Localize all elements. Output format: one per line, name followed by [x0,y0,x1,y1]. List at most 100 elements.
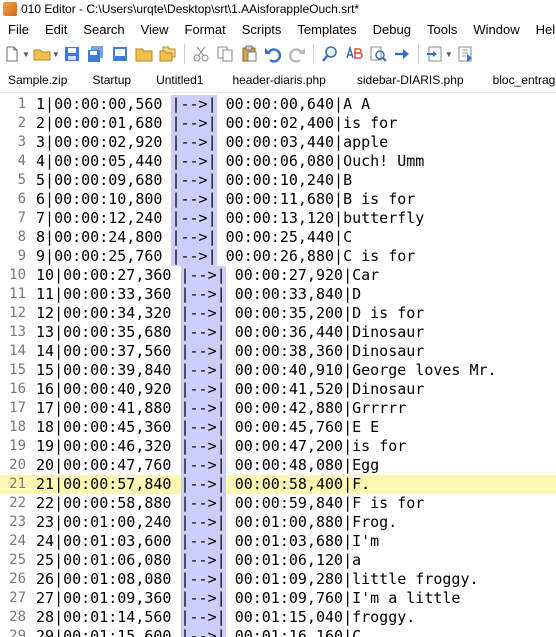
menu-tools[interactable]: Tools [419,22,465,37]
menu-search[interactable]: Search [75,22,132,37]
menu-edit[interactable]: Edit [37,22,75,37]
editor-line[interactable]: 22 22|00:00:58,880 |-->| 00:00:59,840|F i… [0,494,556,513]
editor-line[interactable]: 17 17|00:00:41,880 |-->| 00:00:42,880|Grr… [0,399,556,418]
subtitle-text: B [343,171,353,189]
find-in-files-button[interactable] [368,44,388,64]
paste-button[interactable] [239,44,259,64]
cut-button[interactable] [191,44,211,64]
editor-line[interactable]: 19 19|00:00:46,320 |-->| 00:00:47,200|is … [0,437,556,456]
tab-sidebar-diaris[interactable]: sidebar-DIARIS.php [337,73,475,87]
arrow-separator: |-->| [171,323,235,341]
editor-line[interactable]: 3 3|00:00:02,920 |-->| 00:00:03,440|apple [0,133,556,152]
subtitle-index: 20 [36,456,55,474]
line-number: 17 [9,400,26,416]
editor-line[interactable]: 8 8|00:00:24,800 |-->| 00:00:25,440|C [0,228,556,247]
arrow-separator: |-->| [171,418,235,436]
close-file-button[interactable] [110,44,130,64]
copy-button[interactable] [215,44,235,64]
line-number: 10 [9,267,26,283]
end-timestamp: 00:00:26,880 [225,247,335,265]
editor-line[interactable]: 4 4|00:00:05,440 |-->| 00:00:06,080|Ouch!… [0,152,556,171]
editor-line[interactable]: 12 12|00:00:34,320 |-->| 00:00:35,200|D i… [0,304,556,323]
save-all-button[interactable] [86,44,106,64]
menu-file[interactable]: File [0,22,37,37]
editor-line[interactable]: 21 21|00:00:57,840 |-->| 00:00:58,400|F. [0,475,556,494]
subtitle-text: Ouch! Umm [343,152,425,170]
editor-line[interactable]: 26 26|00:01:08,080 |-->| 00:01:09,280|lit… [0,570,556,589]
tab-startup[interactable]: Startup [78,73,142,87]
editor-line[interactable]: 28 28|00:01:14,560 |-->| 00:01:15,040|fro… [0,608,556,627]
run-script-button[interactable] [455,44,475,64]
start-timestamp: 00:01:03,600 [63,532,172,550]
arrow-separator: |-->| [171,513,235,531]
editor-line[interactable]: 11 11|00:00:33,360 |-->| 00:00:33,840|D [0,285,556,304]
editor-line[interactable]: 14 14|00:00:37,560 |-->| 00:00:38,360|Din… [0,342,556,361]
new-file-button[interactable] [2,44,22,64]
tab-header-diaris[interactable]: header-diaris.php [214,73,336,87]
editor-line[interactable]: 9 9|00:00:25,760 |-->| 00:00:26,880|C is … [0,247,556,266]
arrow-separator: |-->| [171,627,235,637]
column-separator: | [54,589,64,607]
editor-line[interactable]: 10 10|00:00:27,360 |-->| 00:00:27,920|Car [0,266,556,285]
start-timestamp: 00:00:09,680 [54,171,163,189]
editor-line[interactable]: 7 7|00:00:12,240 |-->| 00:00:13,120|butte… [0,209,556,228]
folder-icon [135,48,153,62]
editor-line[interactable]: 18 18|00:00:45,360 |-->| 00:00:45,760|E E [0,418,556,437]
editor-line[interactable]: 5 5|00:00:09,680 |-->| 00:00:10,240|B [0,171,556,190]
menu-templates[interactable]: Templates [289,22,364,37]
editor-line[interactable]: 6 6|00:00:10,800 |-->| 00:00:11,680|B is … [0,190,556,209]
editor-line[interactable]: 16 16|00:00:40,920 |-->| 00:00:41,520|Din… [0,380,556,399]
subtitle-text: froggy. [352,608,416,626]
subtitle-line-text: 11|00:00:33,360 |-->| 00:00:33,840|D [36,285,361,304]
chevron-down-icon[interactable]: ▼ [445,50,453,59]
editor-line[interactable]: 23 23|00:01:00,240 |-->| 00:01:00,880|Fro… [0,513,556,532]
editor-line[interactable]: 20 20|00:00:47,760 |-->| 00:00:48,080|Egg [0,456,556,475]
redo-button[interactable] [287,44,307,64]
menu-debug[interactable]: Debug [365,22,419,37]
subtitle-index: 5 [36,171,46,189]
start-timestamp: 00:00:45,360 [63,418,172,436]
editor-line[interactable]: 25 25|00:01:06,080 |-->| 00:01:06,120|a [0,551,556,570]
subtitle-index: 14 [36,342,55,360]
tab-untitled1[interactable]: Untitled1 [142,73,214,87]
undo-button[interactable] [263,44,283,64]
subtitle-line-text: 14|00:00:37,560 |-->| 00:00:38,360|Dinos… [36,342,424,361]
editor-line[interactable]: 24 24|00:01:03,600 |-->| 00:01:03,680|I'm [0,532,556,551]
end-timestamp: 00:00:33,840 [234,285,344,303]
menu-scripts[interactable]: Scripts [234,22,290,37]
run-template-button[interactable] [425,44,445,64]
editor-line[interactable]: 2 2|00:00:01,680 |-->| 00:00:02,400|is fo… [0,114,556,133]
subtitle-line-text: 19|00:00:46,320 |-->| 00:00:47,200|is fo… [36,437,406,456]
column-separator: | [343,399,353,417]
menu-format[interactable]: Format [177,22,234,37]
arrow-separator: |-->| [171,437,235,455]
find-button[interactable] [320,44,340,64]
subtitle-line-text: 10|00:00:27,360 |-->| 00:00:27,920|Car [36,266,379,285]
line-number: 26 [9,571,26,587]
save-button[interactable] [62,44,82,64]
tab-bloc-entrag[interactable]: bloc_entrag [475,73,556,87]
replace-button[interactable] [344,44,364,64]
subtitle-index: 1 [36,95,46,113]
subtitle-index: 10 [36,266,55,284]
open-folder-button[interactable] [134,44,154,64]
editor-line[interactable]: 13 13|00:00:35,680 |-->| 00:00:36,440|Din… [0,323,556,342]
editor-line[interactable]: 15 15|00:00:39,840 |-->| 00:00:40,910|Geo… [0,361,556,380]
editor-line[interactable]: 29 29|00:01:15,600 |-->| 00:01:16,160|C [0,627,556,637]
end-timestamp: 00:00:00,640 [225,95,335,113]
open-file-button[interactable] [32,44,52,64]
goto-button[interactable] [392,44,412,64]
editor-line[interactable]: 27 27|00:01:09,360 |-->| 00:01:09,760|I'm… [0,589,556,608]
menu-view[interactable]: View [133,22,177,37]
menu-window[interactable]: Window [465,22,527,37]
tab-sample-zip[interactable]: Sample.zip [0,73,78,87]
workspace-button[interactable] [158,44,178,64]
chevron-down-icon[interactable]: ▼ [22,50,30,59]
chevron-down-icon[interactable]: ▼ [52,50,60,59]
text-editor[interactable]: 1 1|00:00:00,560 |-->| 00:00:00,640|A A22… [0,95,556,637]
menu-help[interactable]: Help [528,22,556,37]
column-separator: | [343,475,353,493]
subtitle-line-text: 23|00:01:00,240 |-->| 00:01:00,880|Frog. [36,513,397,532]
arrow-separator: |-->| [162,95,226,113]
editor-line[interactable]: 1 1|00:00:00,560 |-->| 00:00:00,640|A A [0,95,556,114]
